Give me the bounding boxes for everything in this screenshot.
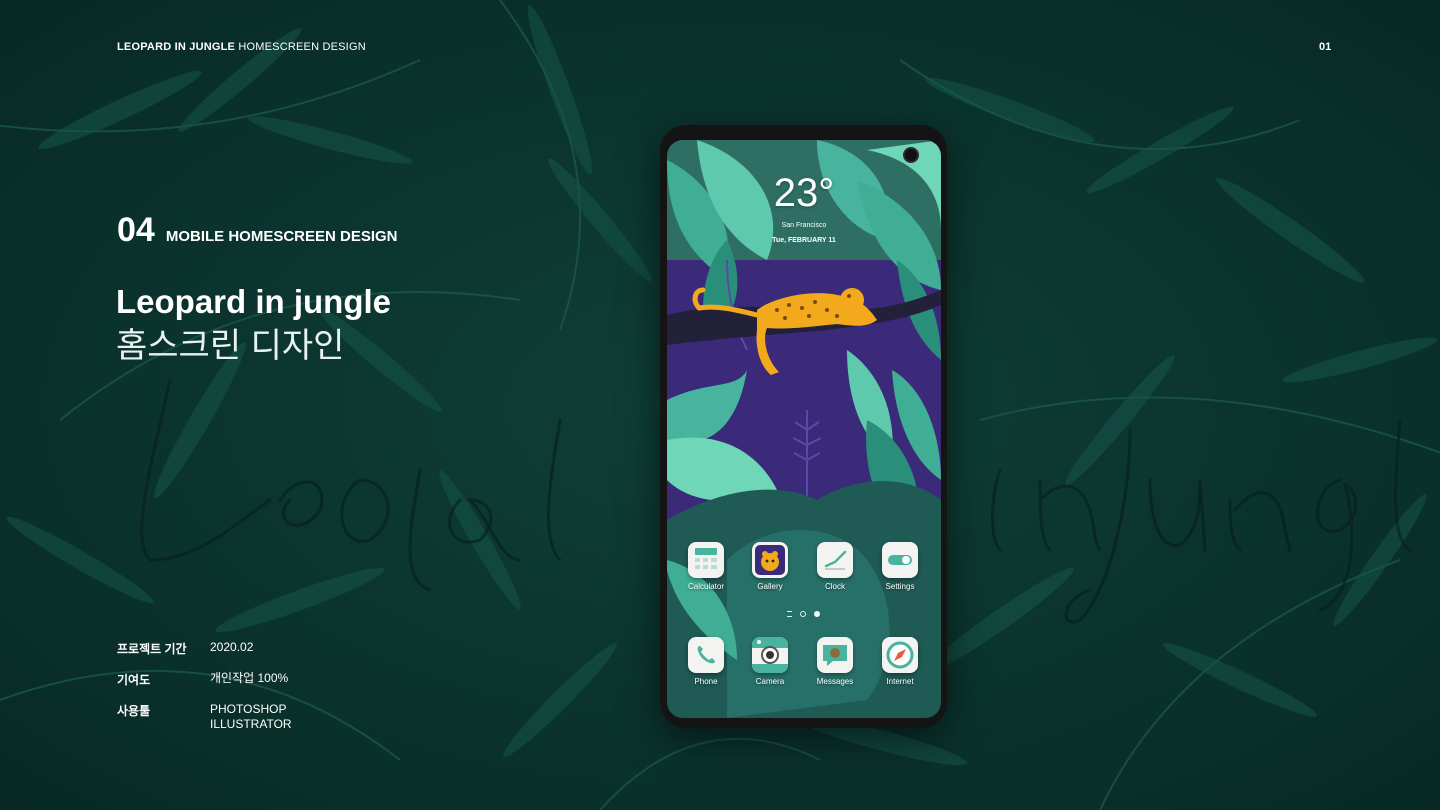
page-dot[interactable] — [787, 611, 792, 617]
app-label: Messages — [816, 677, 854, 686]
tool-photoshop: PHOTOSHOP — [210, 702, 287, 716]
header-title: LEOPARD IN JUNGLE HOMESCREEN DESIGN — [117, 41, 366, 53]
app-settings[interactable]: Settings — [870, 542, 930, 591]
weather-temperature: 23° — [773, 171, 835, 215]
phone-screen: 23° San Francisco Tue, FEBRUARY 11 Calcu… — [667, 140, 941, 718]
app-gallery[interactable]: Gallery — [740, 542, 800, 591]
info-value: PHOTOSHOP ILLUSTRATOR — [210, 702, 292, 732]
section-label: MOBILE HOMESCREEN DESIGN — [165, 228, 398, 245]
app-label: Gallery — [757, 582, 783, 591]
info-value: 2020.02 — [210, 640, 254, 654]
info-key: 프로젝트 기간 — [117, 642, 187, 656]
phone-icon — [688, 637, 724, 673]
page-number: 01 — [1319, 41, 1332, 53]
app-messages[interactable]: Messages — [805, 637, 865, 686]
phone-mockup: 23° San Francisco Tue, FEBRUARY 11 Calcu… — [660, 125, 947, 728]
app-calculator[interactable]: Calculator — [676, 542, 736, 591]
clock-icon — [817, 542, 853, 578]
tool-illustrator: ILLUSTRATOR — [210, 717, 292, 731]
app-clock[interactable]: Clock — [805, 542, 865, 591]
front-camera — [903, 147, 919, 163]
app-label: Clock — [824, 582, 845, 591]
section-number: 04 — [117, 211, 155, 249]
info-row-contribution: 기여도 개인작업 100% — [117, 671, 292, 688]
weather-date: Tue, FEBRUARY 11 — [772, 237, 836, 244]
app-internet[interactable]: Internet — [870, 637, 930, 686]
page-indicator[interactable] — [787, 611, 820, 617]
settings-toggle-icon — [882, 542, 918, 578]
app-label: Phone — [694, 677, 718, 686]
camera-icon — [752, 637, 788, 673]
project-title-english: Leopard in jungle — [116, 283, 392, 320]
messages-icon — [817, 637, 853, 673]
section-heading: 04 MOBILE HOMESCREEN DESIGN — [117, 213, 398, 247]
info-key: 기여도 — [117, 673, 151, 687]
app-label: Internet — [886, 677, 914, 686]
app-label: Camera — [755, 677, 785, 686]
info-row-period: 프로젝트 기간 2020.02 — [117, 640, 292, 657]
calculator-icon — [688, 542, 724, 578]
compass-icon — [882, 637, 918, 673]
info-key: 사용툴 — [117, 704, 151, 718]
project-title-korean: 홈스크린 디자인 — [116, 327, 345, 365]
info-value: 개인작업 100% — [210, 671, 289, 685]
info-row-tools: 사용툴 PHOTOSHOP ILLUSTRATOR — [117, 702, 292, 732]
page-dot[interactable] — [800, 611, 806, 617]
app-phone[interactable]: Phone — [676, 637, 736, 686]
gallery-icon — [752, 542, 788, 578]
app-camera[interactable]: Camera — [740, 637, 800, 686]
app-label: Settings — [885, 582, 915, 591]
project-info: 프로젝트 기간 2020.02 기여도 개인작업 100% 사용툴 PHOTOS… — [117, 640, 292, 746]
app-label: Calculator — [687, 582, 724, 591]
page-dot-active[interactable] — [814, 611, 820, 617]
weather-city: San Francisco — [781, 222, 827, 229]
